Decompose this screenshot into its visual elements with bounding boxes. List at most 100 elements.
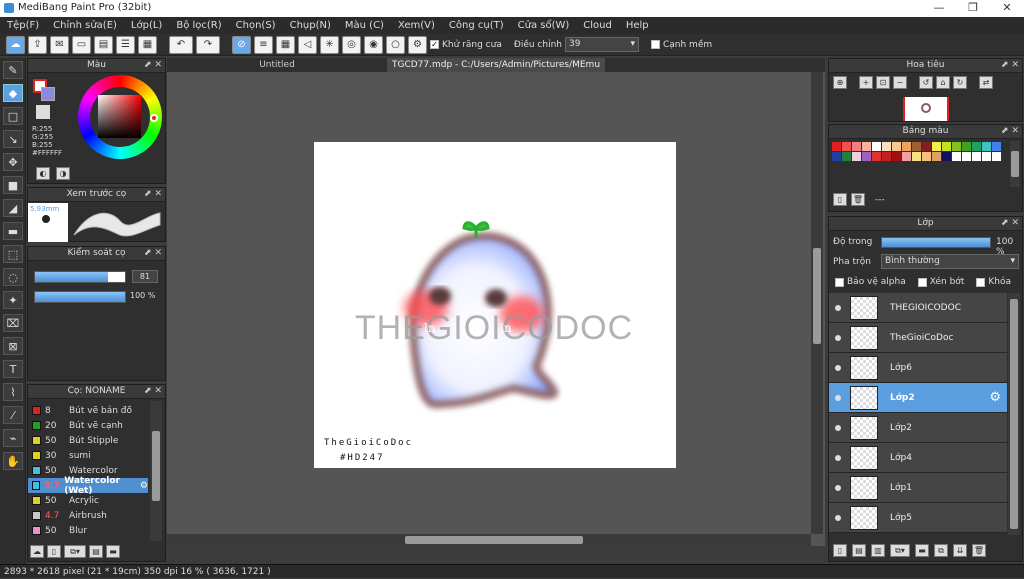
visibility-eye-icon[interactable] — [835, 454, 841, 461]
fill-tool-icon[interactable]: ◢ — [3, 199, 23, 217]
brush-list-item[interactable]: 4.7 Airbrush — [28, 508, 148, 523]
hue-picker[interactable] — [150, 114, 158, 122]
color-swatch[interactable] — [872, 142, 881, 151]
tab-current-file[interactable]: TGCD77.mdp - C:/Users/Admin/Pictures/MEm… — [387, 58, 605, 84]
select-eraser-icon[interactable]: ⊠ — [3, 337, 23, 355]
brush-list-item[interactable]: 50 Blur — [28, 523, 148, 538]
color-swatch[interactable] — [932, 142, 941, 151]
delete-layer-icon[interactable]: 🗑 — [972, 544, 986, 557]
menu-color[interactable]: Màu (C) — [338, 20, 391, 31]
adjust-select[interactable]: 39 ▾ — [564, 37, 639, 52]
layer-row[interactable]: Lớp2 — [829, 413, 1007, 443]
visibility-eye-icon[interactable] — [835, 364, 841, 371]
chat-icon[interactable]: ▭ — [72, 35, 91, 54]
color-swatch[interactable] — [872, 152, 881, 161]
color-swatch[interactable] — [832, 152, 841, 161]
brush-list-item[interactable]: 3.7 Watercolor (Wet) ⚙ — [28, 476, 148, 496]
reset-rotation-icon[interactable]: ⌂ — [936, 76, 950, 89]
layer-row[interactable]: Lớp5 — [829, 503, 1007, 533]
blend-select[interactable]: Bình thường ▾ — [881, 254, 1019, 269]
color-swatch[interactable] — [992, 142, 1001, 151]
brush-size-value[interactable]: 81 — [132, 270, 158, 283]
menu-view[interactable]: Xem(V) — [391, 20, 442, 31]
maximize-button[interactable]: ❐ — [956, 0, 990, 17]
perspective-snap-icon[interactable]: ◁ — [298, 35, 317, 54]
undo-icon[interactable]: ↶ — [169, 35, 193, 54]
brush-opacity-slider[interactable] — [34, 291, 126, 303]
zoom-plus-icon[interactable]: + — [859, 76, 873, 89]
add-layer-menu-icon[interactable]: ⧉▾ — [890, 544, 910, 557]
panel-close-icon[interactable]: ⬈ ✕ — [1001, 59, 1019, 72]
layer-row[interactable]: THEGIOICODOC — [829, 293, 1007, 323]
select-tool-icon[interactable]: ⬚ — [3, 245, 23, 263]
menu-select[interactable]: Chọn(S) — [229, 20, 283, 31]
parallel-snap-icon[interactable]: ≡ — [254, 35, 273, 54]
rotate-right-icon[interactable]: ↻ — [953, 76, 967, 89]
zoom-in-icon[interactable]: ⊕ — [833, 76, 847, 89]
color-swatch[interactable] — [982, 152, 991, 161]
navigator-thumbnail[interactable] — [903, 97, 949, 121]
color-swatch[interactable] — [942, 152, 951, 161]
gear-icon[interactable]: ⚙ — [989, 390, 1001, 405]
color-swatch[interactable] — [852, 152, 861, 161]
pen-tool-icon[interactable]: ↘ — [3, 130, 23, 148]
document-icon[interactable]: ▤ — [94, 35, 113, 54]
brush-size-slider[interactable] — [34, 271, 126, 283]
color-swatch[interactable] — [832, 142, 841, 151]
move-tool-icon[interactable]: ✥ — [3, 153, 23, 171]
swatch-scrollbar[interactable] — [1010, 141, 1020, 187]
color-swatch[interactable] — [952, 142, 961, 151]
menu-edit[interactable]: Chỉnh sửa(E) — [46, 20, 124, 31]
visibility-eye-icon[interactable] — [835, 514, 841, 521]
grid-icon[interactable]: ▦ — [138, 35, 157, 54]
operation-tool-icon[interactable]: ⁄ — [3, 406, 23, 424]
color-mode-icon[interactable]: ◐ — [36, 167, 50, 180]
visibility-eye-icon[interactable] — [835, 424, 841, 431]
flip-icon[interactable]: ⇄ — [979, 76, 993, 89]
layer-row[interactable]: Lớp2 ⚙ — [829, 383, 1007, 413]
panel-close-icon[interactable]: ⬈ ✕ — [1001, 217, 1019, 230]
visibility-eye-icon[interactable] — [835, 394, 841, 401]
lasso-tool-icon[interactable]: ◌ — [3, 268, 23, 286]
delete-palette-icon[interactable]: 🗑 — [851, 193, 865, 206]
menu-file[interactable]: Tệp(F) — [0, 20, 46, 31]
color-swatch[interactable] — [882, 152, 891, 161]
share-icon[interactable]: ⇪ — [28, 35, 47, 54]
menu-help[interactable]: Help — [619, 20, 656, 31]
menu-cloud[interactable]: Cloud — [576, 20, 619, 31]
minimize-button[interactable]: — — [922, 0, 956, 17]
layer-row[interactable]: Lớp4 — [829, 443, 1007, 473]
new-halftone-layer-icon[interactable]: ▤ — [852, 544, 866, 557]
menu-tools[interactable]: Công cụ(T) — [442, 20, 511, 31]
hue-wheel[interactable] — [78, 75, 162, 159]
panel-close-icon[interactable]: ⬈ ✕ — [1001, 125, 1019, 138]
text-tool-icon[interactable]: T — [3, 360, 23, 378]
hand-tool-icon[interactable]: ✋ — [3, 452, 23, 470]
color-swatch[interactable] — [862, 152, 871, 161]
divide-tool-icon[interactable]: ⌇ — [3, 383, 23, 401]
gradient-tool-icon[interactable]: ▬ — [3, 222, 23, 240]
merge-layer-icon[interactable]: ⇊ — [953, 544, 967, 557]
select-pen-icon[interactable]: ⌧ — [3, 314, 23, 332]
protect-alpha-checkbox[interactable]: Bảo vệ alpha — [835, 277, 906, 287]
saturation-square[interactable] — [98, 95, 141, 138]
menu-snap[interactable]: Chụp(N) — [283, 20, 338, 31]
color-swatch[interactable] — [992, 152, 1001, 161]
brush-list-item[interactable]: 20 Bút vẽ cạnh — [28, 418, 148, 433]
new-brush-icon[interactable]: ▯ — [47, 545, 61, 558]
grid-snap-icon[interactable]: ▦ — [276, 35, 295, 54]
duplicate-layer-icon[interactable]: ⧉ — [934, 544, 948, 557]
settings-icon[interactable]: ⚙ — [408, 35, 427, 54]
color-swatch[interactable] — [922, 152, 931, 161]
color-swatch[interactable] — [972, 152, 981, 161]
panel-close-icon[interactable]: ⬈ ✕ — [144, 188, 162, 201]
color-swatch[interactable] — [982, 142, 991, 151]
menu-filter[interactable]: Bộ lọc(R) — [169, 20, 228, 31]
canvas-area[interactable]: THEGIOICODOC ln ln TheGioiCoDoc #HD247 — [167, 72, 825, 546]
layer-row[interactable]: Lớp6 — [829, 353, 1007, 383]
redo-icon[interactable]: ↷ — [196, 35, 220, 54]
brush-list-item[interactable]: 50 Bút Stipple — [28, 433, 148, 448]
canvas-horizontal-scrollbar[interactable] — [167, 534, 811, 546]
cloud-icon[interactable]: ☁ — [6, 35, 25, 54]
layer-folder-icon[interactable]: ▬ — [915, 544, 929, 557]
